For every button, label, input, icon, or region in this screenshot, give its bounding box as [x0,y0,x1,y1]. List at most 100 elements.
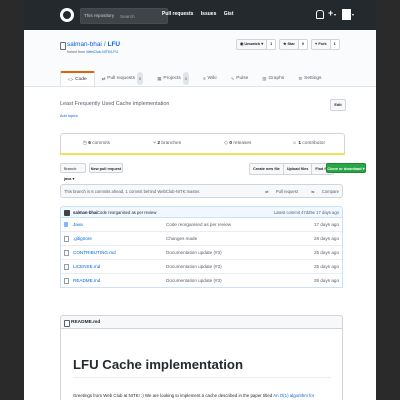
releases-summary[interactable]: ◇ 0 releases [203,134,274,153]
file-icon [64,264,69,270]
tab-code[interactable]: <> Code [60,71,95,86]
new-pull-request-button[interactable]: New pull request [89,163,123,173]
search-scope: This repository [84,13,115,18]
gear-icon: ⚙ [298,76,303,81]
nav-gist[interactable]: Gist [224,11,234,17]
language-bar[interactable] [60,153,345,155]
github-logo-icon[interactable] [60,8,74,22]
tab-pull-requests-count: 0 [137,72,144,85]
author-avatar[interactable] [64,210,70,216]
avatar-caret-icon[interactable]: ▾ [352,12,354,17]
tab-projects[interactable]: ▦ Projects 0 [150,71,196,86]
file-name[interactable]: CONTRIBUTING.md [73,246,116,259]
commit-tease: salman-bhai Code reorganised as per revi… [60,206,343,218]
pull-request-link-label: Pull request [275,189,298,194]
branch-prefix: Branch: [64,167,78,171]
file-age: 17 days ago [313,222,339,227]
avatar[interactable] [342,9,351,20]
unwatch-label: Unwatch [244,42,261,46]
repo-header: salman-bhai / LFU forked from WebClub-NITK… [24,30,376,87]
file-commit-message[interactable]: Documentation update (#3) [166,246,222,259]
tab-pull-requests[interactable]: ⇄ Pull requests 0 [95,71,151,86]
upload-files-button[interactable]: Upload files [282,163,313,175]
tab-graphs[interactable]: ▥ Graphs [255,71,291,86]
notifications-bell-icon[interactable] [316,10,324,19]
contributors-count: 1 [298,141,302,146]
tab-code-label: Code [75,77,87,82]
repo-owner-link[interactable]: salman-bhai [67,41,102,48]
file-row[interactable]: .gitignore Changes made 26 days ago [61,231,342,245]
file-icon [64,278,69,284]
contributors-summary[interactable]: ☺ 1 contributor [273,134,344,153]
repo-name-link[interactable]: LFU [108,41,120,48]
branch-select-button[interactable]: Branch: java ▾ [60,163,86,181]
repo-description: Least Frequently Used Cache implementati… [60,101,170,107]
wiki-icon: ≡ [202,76,206,81]
fork-button[interactable]: ⑂ Fork [311,39,331,50]
readme-paper-link[interactable]: An O(1) algorithm for [273,393,314,398]
unwatch-button[interactable]: ◉ Unwatch ▾ [236,39,268,50]
file-row[interactable]: Java Code reorganised as per review 17 d… [61,218,342,231]
commits-count: 6 [88,141,91,146]
readme-divider [73,377,331,378]
create-new-icon[interactable]: + [328,8,333,18]
star-label: Star [287,42,295,46]
file-commit-message[interactable]: Documentation update (#3) [166,274,222,287]
clone-download-button[interactable]: Clone or download ▾ [326,163,366,173]
numbers-summary: ◷ 6 commits ⑂ 2 branches ◇ 0 releases ☺ … [60,133,345,154]
create-caret-icon[interactable]: ▾ [334,12,336,17]
file-commit-message[interactable]: Code reorganised as per review [166,218,231,231]
readme-text: Greetings from Web Club at NITK! :) We a… [73,393,273,398]
page: This repository Pull requests Issues Gis… [24,0,376,400]
repo-nav: <> Code ⇄ Pull requests 0 ▦ Projects 0 ≡ Wiki … [60,71,328,86]
folder-icon [64,222,68,227]
search-input[interactable] [118,11,166,21]
file-list: Java Code reorganised as per review 17 d… [60,218,343,288]
compare-link[interactable]: ⇆ Compare [305,189,339,194]
forked-from-link[interactable]: WebClub-NITK/LFU [86,50,118,54]
readme-filename: README.md [71,320,101,325]
nav-issues[interactable]: Issues [201,11,217,17]
commits-summary[interactable]: ◷ 6 commits [61,134,132,153]
compare-icon: ⇆ [311,189,316,194]
readme-body: LFU Cache implementation Greetings from … [60,329,343,400]
star-button[interactable]: ★ Star [279,39,299,50]
repo-title: salman-bhai / LFU [67,41,121,48]
fork-label: Fork [318,42,327,46]
file-row[interactable]: CONTRIBUTING.md Documentation update (#3… [61,245,342,259]
search-box: This repository [80,8,168,24]
tab-settings[interactable]: ⚙ Settings [291,71,328,86]
tab-wiki-label: Wiki [207,76,217,81]
tab-projects-count: 0 [182,72,189,85]
pull-request-link[interactable]: ⇄ Pull request [259,189,298,194]
branches-summary[interactable]: ⑂ 2 branches [132,134,203,153]
branch-name: java [64,177,72,181]
forked-prefix: forked from [67,50,86,54]
unwatch-group: ◉ Unwatch ▾ 1 [236,39,277,50]
code-icon: <> [68,77,74,82]
file-name[interactable]: LICENSE.md [73,260,100,273]
pulse-icon: ∿ [230,76,235,81]
clone-label: Clone or download [327,167,362,171]
tab-wiki[interactable]: ≡ Wiki [196,71,224,86]
fork-group: ⑂ Fork 1 [311,39,340,50]
tab-pulse[interactable]: ∿ Pulse [224,71,256,86]
file-name[interactable]: README.md [73,274,100,287]
forks-count[interactable]: 1 [330,39,340,50]
file-commit-message[interactable]: Documentation update (#3) [166,260,222,273]
nav-pull-requests[interactable]: Pull requests [162,11,193,17]
add-topics-link[interactable]: Add topics [60,114,78,118]
watchers-count[interactable]: 1 [267,39,277,50]
file-age: 25 days ago [313,264,339,269]
file-name[interactable]: Java [73,218,83,231]
stars-count[interactable]: 0 [298,39,308,50]
file-commit-message[interactable]: Changes made [166,232,197,245]
file-row[interactable]: LICENSE.md Documentation update (#3) 25 … [61,259,342,273]
tab-projects-label: Projects [163,76,181,81]
file-name[interactable]: .gitignore [73,232,92,245]
global-nav: Pull requests Issues Gist [162,11,240,17]
file-row[interactable]: README.md Documentation update (#3) 25 d… [61,273,342,287]
create-new-file-button[interactable]: Create new file [249,163,284,175]
compare-link-label: Compare [321,189,339,194]
edit-description-button[interactable]: Edit [330,99,346,111]
